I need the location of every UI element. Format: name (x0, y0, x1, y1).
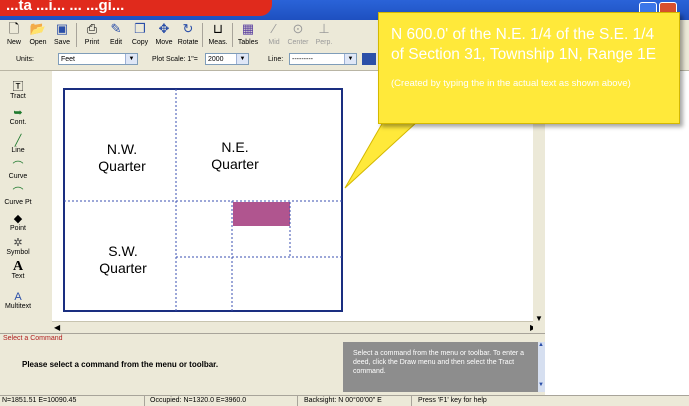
copy-icon: ❐ (134, 21, 146, 36)
multitext-tool[interactable]: A Multitext (0, 291, 36, 311)
point-tool[interactable]: ◆ Point (0, 213, 36, 233)
multitext-icon: A (14, 291, 22, 303)
point-icon: ◆ (13, 213, 23, 225)
continue-icon: ➥ (13, 107, 23, 119)
command-header: Select a Command (3, 335, 63, 342)
measure-icon: ⊔ (212, 21, 224, 36)
symbol-tool[interactable]: ✲ Symbol (0, 237, 36, 257)
line-style-select[interactable]: --------- ▼ (289, 53, 357, 65)
plot-scale-label: Plot Scale: 1"= (152, 56, 198, 63)
chevron-down-icon: ▼ (344, 54, 356, 64)
move-button[interactable]: ✥ Move (152, 20, 176, 50)
units-select[interactable]: Feet ▼ (58, 53, 138, 65)
print-button[interactable]: ⎙ Print (80, 20, 104, 50)
command-message: Please select a command from the menu or… (22, 360, 219, 369)
nw-quarter-label: N.W. Quarter (98, 141, 146, 174)
curve-point-tool[interactable]: ⌒ Curve Pt (0, 187, 36, 207)
callout-legal-description: N 600.0' of the N.E. 1/4 of the S.E. 1/4… (391, 26, 657, 63)
ne-quarter-label: N.E. Quarter (211, 139, 259, 172)
tables-button[interactable]: ▦ Tables (236, 20, 260, 50)
scroll-up-icon[interactable]: ▲ (538, 342, 544, 348)
callout-note: (Created by typing the in the actual tex… (391, 78, 631, 89)
save-button[interactable]: ▣ Save (50, 20, 74, 50)
symbol-icon: ✲ (13, 237, 23, 249)
edit-button[interactable]: ✎ Edit (104, 20, 128, 50)
status-bar: N=1851.51 E=10090.45 Occupied: N=1320.0 … (0, 395, 689, 406)
line-icon: ╱ (14, 135, 22, 147)
save-icon: ▣ (55, 21, 69, 36)
open-folder-icon: 📂 (29, 21, 47, 36)
curve-icon: ⌒ (12, 161, 24, 173)
curve-tool[interactable]: ⌒ Curve (0, 161, 36, 181)
measure-button[interactable]: ⊔ Meas. (206, 20, 230, 50)
toolbar-separator (202, 23, 203, 47)
continue-tool[interactable]: ➥ Cont. (0, 107, 36, 127)
move-icon: ✥ (158, 21, 170, 36)
printer-icon: ⎙ (86, 21, 98, 36)
scroll-down-icon[interactable]: ▼ (538, 382, 544, 388)
tool-palette: 🅃 Tract ➥ Cont. ╱ Line ⌒ Curve ⌒ Curve Pt ◆ Po… (0, 71, 53, 333)
tract-icon: 🅃 (12, 81, 24, 93)
line-color-swatch[interactable] (362, 53, 376, 65)
midpoint-icon: ⁄ (272, 21, 276, 36)
mid-button[interactable]: ⁄ Mid (262, 20, 286, 50)
open-button[interactable]: 📂 Open (26, 20, 50, 50)
callout-box: N 600.0' of the N.E. 1/4 of the S.E. 1/4… (378, 12, 680, 124)
edit-icon: ✎ (110, 21, 122, 36)
text-tool[interactable]: A Text (0, 259, 36, 281)
table-icon: ▦ (241, 21, 255, 36)
curve-point-icon: ⌒ (12, 187, 24, 199)
perp-button[interactable]: ⊥ Perp. (312, 20, 336, 50)
chevron-down-icon: ▼ (125, 54, 137, 64)
title-banner: ...ta ...i... ... ...gi... (0, 0, 272, 16)
line-tool[interactable]: ╱ Line (0, 135, 36, 155)
help-box: Select a command from the menu or toolba… (343, 342, 538, 392)
plot-scale-select[interactable]: 2000 ▼ (205, 53, 249, 65)
chevron-down-icon: ▼ (236, 54, 248, 64)
new-file-icon: 🗋 (8, 21, 20, 36)
perpendicular-icon: ⊥ (318, 21, 330, 36)
toolbar-separator (76, 23, 77, 47)
rotate-icon: ↻ (182, 21, 194, 36)
help-scrollbar[interactable]: ▲ ▼ (538, 342, 545, 392)
units-label: Units: (16, 56, 34, 63)
toolbar-separator (232, 23, 233, 47)
tract-tool[interactable]: 🅃 Tract (0, 81, 36, 101)
line-label: Line: (268, 56, 284, 63)
copy-button[interactable]: ❐ Copy (128, 20, 152, 50)
scroll-down-icon[interactable]: ▼ (535, 314, 543, 323)
center-button[interactable]: ⊙ Center (286, 20, 310, 50)
text-icon: A (12, 259, 24, 274)
sw-quarter-label: S.W. Quarter (99, 243, 147, 276)
rotate-button[interactable]: ↻ Rotate (176, 20, 200, 50)
scroll-left-icon[interactable]: ◀ (54, 323, 60, 332)
new-button[interactable]: 🗋 New (2, 20, 26, 50)
center-icon: ⊙ (292, 21, 304, 36)
